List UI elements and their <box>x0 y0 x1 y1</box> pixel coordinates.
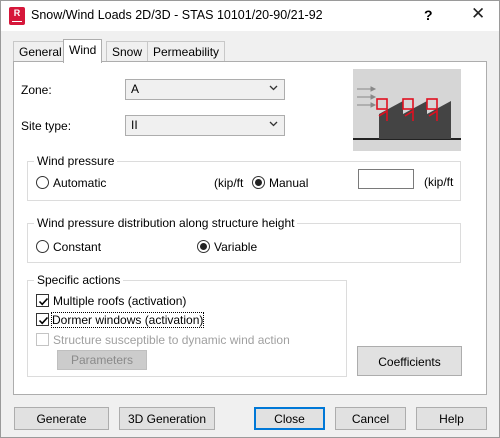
variable-label: Variable <box>214 240 258 254</box>
manual-radio[interactable] <box>252 176 265 189</box>
dynamic-wind-checkbox[interactable] <box>36 333 49 346</box>
wind-structure-preview <box>353 69 461 151</box>
zone-label: Zone: <box>21 83 52 97</box>
chevron-down-icon <box>269 85 278 91</box>
variable-radio[interactable] <box>197 240 210 253</box>
manual-unit: (kip/ft <box>424 175 454 189</box>
site-type-label: Site type: <box>21 119 72 133</box>
checkmark-icon <box>38 316 49 325</box>
dormer-windows-label: Dormer windows (activation) <box>50 312 205 328</box>
tab-permeability[interactable]: Permeability <box>147 41 226 61</box>
checkmark-icon <box>38 297 49 306</box>
automatic-label: Automatic <box>53 176 107 190</box>
multiple-roofs-checkbox[interactable] <box>36 294 49 307</box>
manual-label: Manual <box>269 176 309 190</box>
help-title-button[interactable]: ? <box>424 7 433 23</box>
specific-actions-group-title: Specific actions <box>34 273 124 287</box>
zone-select[interactable]: A <box>125 79 285 100</box>
help-button[interactable]: Help <box>416 407 487 430</box>
automatic-radio[interactable] <box>36 176 49 189</box>
title-bar: R Snow/Wind Loads 2D/3D - STAS 10101/20-… <box>1 1 499 31</box>
zone-value: A <box>131 82 140 96</box>
cancel-button[interactable]: Cancel <box>335 407 406 430</box>
chevron-down-icon <box>269 121 278 127</box>
site-type-select[interactable]: II <box>125 115 285 136</box>
dormer-windows-checkbox[interactable] <box>36 313 49 326</box>
manual-pressure-input[interactable] <box>358 169 414 189</box>
automatic-unit: (kip/ft <box>214 176 244 190</box>
dynamic-wind-label: Structure susceptible to dynamic wind ac… <box>53 333 290 347</box>
distribution-group-title: Wind pressure distribution along structu… <box>34 216 298 230</box>
site-type-value: II <box>131 118 138 132</box>
dialog-window: R Snow/Wind Loads 2D/3D - STAS 10101/20-… <box>0 0 500 438</box>
robot-app-icon: R <box>9 7 25 25</box>
constant-radio[interactable] <box>36 240 49 253</box>
multiple-roofs-label: Multiple roofs (activation) <box>53 294 187 308</box>
window-title: Snow/Wind Loads 2D/3D - STAS 10101/20-90… <box>31 8 323 22</box>
generate-button[interactable]: Generate <box>14 407 109 430</box>
close-window-button[interactable]: ✕ <box>471 4 485 24</box>
wind-pressure-group-title: Wind pressure <box>34 154 118 168</box>
tab-general[interactable]: General <box>13 41 68 61</box>
tab-wind[interactable]: Wind <box>63 39 103 63</box>
coefficients-button[interactable]: Coefficients <box>357 346 462 376</box>
constant-label: Constant <box>53 240 102 254</box>
parameters-button[interactable]: Parameters <box>57 350 147 370</box>
tab-snow[interactable]: Snow <box>106 41 149 61</box>
3d-generation-button[interactable]: 3D Generation <box>119 407 215 430</box>
close-button[interactable]: Close <box>254 407 325 430</box>
